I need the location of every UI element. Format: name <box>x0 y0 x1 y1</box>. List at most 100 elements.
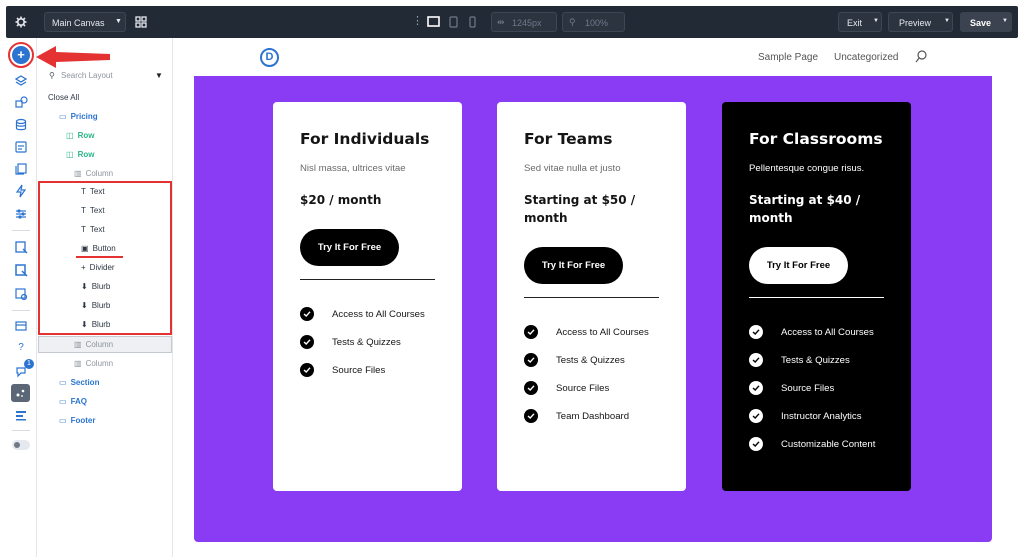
feature-label: Access to All Courses <box>781 326 874 338</box>
exit-caret-icon[interactable]: ▼ <box>873 18 879 24</box>
layers-icon[interactable] <box>14 74 28 88</box>
check-icon <box>749 381 763 395</box>
card-subtitle: Pellentesque congue risus. <box>749 163 865 174</box>
exit-button[interactable]: Exit ▼ <box>838 12 882 32</box>
section-icon: ▭ <box>59 378 67 387</box>
card-price: Starting at $50 / month <box>524 193 636 225</box>
shapes-icon[interactable] <box>14 95 28 109</box>
annotation-underline <box>76 256 123 258</box>
feature-label: Tests & Quizzes <box>556 354 625 366</box>
tablet-view-icon[interactable] <box>449 16 458 28</box>
canvas-width-input[interactable]: ⇹ 1245px <box>491 12 557 32</box>
pages-icon[interactable] <box>14 162 28 176</box>
feature-label: Source Files <box>332 364 386 376</box>
notification-badge: 1 <box>24 359 34 369</box>
feature-label: Source Files <box>781 382 835 394</box>
section-icon: ▭ <box>59 112 67 121</box>
annotation-highlight-box <box>38 181 172 335</box>
template-icon[interactable] <box>14 240 28 254</box>
layer-item-column[interactable]: ▥ Column <box>74 359 113 368</box>
annotation-circle <box>8 42 34 68</box>
feature-label: Source Files <box>556 382 610 394</box>
canvas-select[interactable]: Main Canvas ▼ <box>44 12 126 32</box>
site-search-icon[interactable] <box>915 50 927 68</box>
card-title: For Individuals <box>300 130 430 148</box>
canvas-select-value: Main Canvas <box>52 18 105 28</box>
sliders-icon[interactable] <box>14 207 28 221</box>
layer-label: Pricing <box>70 112 98 121</box>
library-icon[interactable] <box>14 319 28 333</box>
check-icon <box>524 409 538 423</box>
builder-sidebar: + ? 1 <box>6 38 37 557</box>
try-free-button[interactable]: Try It For Free <box>749 247 848 284</box>
page-settings-icon[interactable] <box>14 287 28 301</box>
check-icon <box>749 353 763 367</box>
close-all-link[interactable]: Close All <box>48 93 79 102</box>
filter-icon[interactable]: ▼ <box>155 71 163 80</box>
settings-gear-icon[interactable] <box>15 16 27 28</box>
card-price: $20 / month <box>300 193 382 207</box>
layer-item-pricing[interactable]: ▭ Pricing <box>59 112 98 121</box>
feature-item: Access to All Courses <box>300 307 425 321</box>
check-icon <box>300 335 314 349</box>
feature-label: Team Dashboard <box>556 410 630 422</box>
more-vertical-icon[interactable]: ⋮ <box>412 14 423 27</box>
save-caret-icon[interactable]: ▼ <box>1002 18 1008 24</box>
form-icon[interactable] <box>14 140 28 154</box>
save-button[interactable]: Save ▼ <box>960 12 1012 32</box>
ai-assistant-icon[interactable] <box>11 384 30 402</box>
grid-icon[interactable] <box>135 16 147 28</box>
try-free-button[interactable]: Try It For Free <box>300 229 399 266</box>
layer-label: Row <box>77 131 95 140</box>
pricing-card-classrooms[interactable]: For Classrooms Pellentesque congue risus… <box>722 102 911 491</box>
card-title: For Teams <box>524 130 613 148</box>
card-subtitle: Nisl massa, ultrices vitae <box>300 163 406 174</box>
nav-link-uncategorized[interactable]: Uncategorized <box>834 52 898 63</box>
pricing-card-individuals[interactable]: For Individuals Nisl massa, ultrices vit… <box>273 102 462 491</box>
layer-item-footer[interactable]: ▭ Footer <box>59 416 95 425</box>
exit-label: Exit <box>847 18 863 28</box>
feature-label: Tests & Quizzes <box>781 354 850 366</box>
align-icon[interactable] <box>14 408 28 422</box>
card-title: For Classrooms <box>749 130 883 148</box>
column-icon: ▥ <box>74 169 82 178</box>
builder-toolbar: Main Canvas ▼ ⋮ ⇹ 1245px ⚲ 100% Exit ▼ P… <box>6 6 1018 38</box>
help-icon[interactable]: ? <box>14 342 28 356</box>
layers-search[interactable]: ⚲ Search Layout ▼ <box>47 69 163 83</box>
feature-item: Tests & Quizzes <box>300 335 401 349</box>
bolt-icon[interactable] <box>14 184 28 198</box>
theme-toggle[interactable] <box>12 440 30 450</box>
template-edit-icon[interactable] <box>14 263 28 277</box>
layer-label: Row <box>77 150 95 159</box>
preview-button[interactable]: Preview ▼ <box>888 12 953 32</box>
nav-link-sample-page[interactable]: Sample Page <box>758 52 818 63</box>
card-subtitle: Sed vitae nulla et justo <box>524 163 621 174</box>
layer-label: Column <box>85 359 114 368</box>
feature-item: Source Files <box>524 381 609 395</box>
feature-label: Instructor Analytics <box>781 410 862 422</box>
feature-item: Tests & Quizzes <box>524 353 625 367</box>
zoom-input[interactable]: ⚲ 100% <box>562 12 625 32</box>
pricing-card-teams[interactable]: For Teams Sed vitae nulla et justo Start… <box>497 102 686 491</box>
feature-label: Customizable Content <box>781 438 876 450</box>
database-icon[interactable] <box>14 118 28 132</box>
pricing-section[interactable]: For Individuals Nisl massa, ultrices vit… <box>194 76 992 542</box>
layer-item-faq[interactable]: ▭ FAQ <box>59 397 87 406</box>
layer-item-section[interactable]: ▭ Section <box>59 378 99 387</box>
try-free-button[interactable]: Try It For Free <box>524 247 623 284</box>
caret-down-icon: ▼ <box>115 18 122 25</box>
check-icon <box>524 325 538 339</box>
layer-item-row[interactable]: ◫ Row <box>66 131 94 140</box>
layer-item-row[interactable]: ◫ Row <box>66 150 94 159</box>
layer-item-column[interactable]: ▥ Column <box>74 340 113 349</box>
check-icon <box>300 307 314 321</box>
site-logo[interactable]: D <box>260 48 279 67</box>
preview-caret-icon[interactable]: ▼ <box>944 18 950 24</box>
feature-item: Source Files <box>300 363 385 377</box>
card-divider <box>524 297 659 298</box>
sidebar-divider <box>12 310 30 311</box>
layer-item-column[interactable]: ▥ Column <box>74 169 113 178</box>
sidebar-divider <box>12 230 30 231</box>
phone-view-icon[interactable] <box>469 16 476 28</box>
desktop-view-icon[interactable] <box>427 16 440 27</box>
